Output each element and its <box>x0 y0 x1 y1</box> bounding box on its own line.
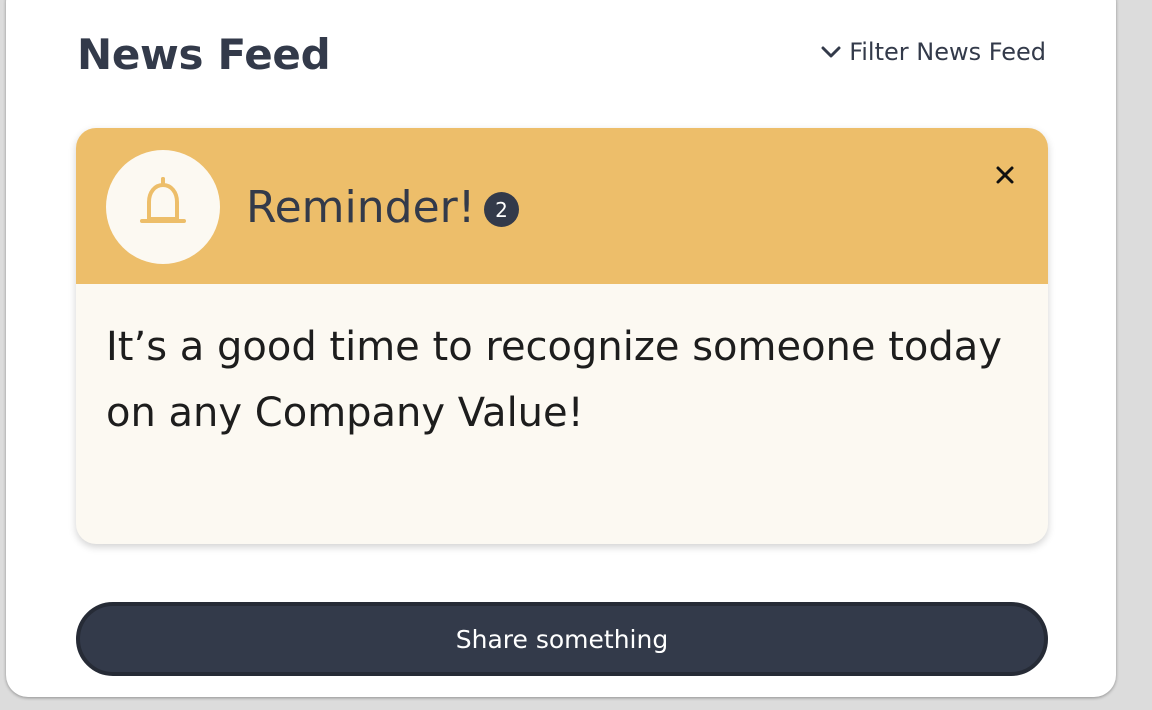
bell-icon <box>137 175 189 239</box>
filter-label: Filter News Feed <box>849 38 1046 66</box>
close-icon <box>995 165 1015 189</box>
filter-news-feed-button[interactable]: Filter News Feed <box>821 38 1046 66</box>
reminder-title: Reminder! <box>246 182 476 233</box>
chevron-down-icon <box>821 45 841 59</box>
page-title: News Feed <box>77 30 331 79</box>
notification-count-badge: 2 <box>484 192 519 227</box>
reminder-message: It’s a good time to recognize someone to… <box>106 324 1002 436</box>
share-something-button[interactable]: Share something <box>76 602 1048 676</box>
bell-avatar <box>106 150 220 264</box>
reminder-card: Reminder! 2 It’s a good time to recogniz… <box>76 128 1048 544</box>
close-reminder-button[interactable] <box>990 162 1020 192</box>
reminder-card-header: Reminder! 2 <box>76 128 1048 284</box>
news-feed-panel: News Feed Filter News Feed Reminder! 2 I… <box>6 0 1116 697</box>
news-feed-header: News Feed Filter News Feed <box>6 0 1116 110</box>
